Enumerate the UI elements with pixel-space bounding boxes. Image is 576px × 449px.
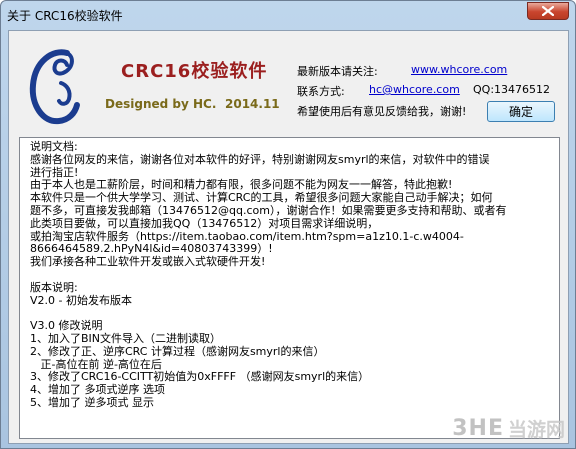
- notes-line: 5、增加了 逆多项式 显示: [30, 395, 154, 409]
- notes-textbox[interactable]: 说明文档: 感谢各位网友的来信，谢谢各位对本软件的好评，特别谢谢网友smyrl的…: [19, 137, 560, 439]
- close-icon: [542, 6, 554, 16]
- email-link[interactable]: hc@whcore.com: [369, 83, 460, 96]
- qq-number: QQ:13476512: [473, 83, 551, 96]
- notes-line: [30, 307, 549, 320]
- notes-line: 感谢各位网友的来信，谢谢各位对本软件的好评，特别谢谢网友smyrl的来信，对软件…: [30, 152, 490, 166]
- watermark-text: 当游网: [507, 419, 565, 441]
- close-button[interactable]: [527, 2, 569, 20]
- notes-line: 2、修改了正、逆序CRC 计算过程（感谢网友smyrl的来信）: [30, 344, 325, 358]
- feedback-text: 希望使用后有意见反馈给我，谢谢!: [297, 105, 467, 118]
- title-bar[interactable]: 关于 CRC16校验软件: [1, 1, 575, 29]
- about-dialog-window: 关于 CRC16校验软件 CRC16校验软件 Designed by HC. 2…: [0, 0, 576, 449]
- site-watermark: 3HE 当游网: [452, 415, 565, 442]
- website-link[interactable]: www.whcore.com: [411, 63, 507, 76]
- dialog-client-area: CRC16校验软件 Designed by HC. 2014.11 最新版本请关…: [8, 30, 569, 444]
- release-date: 2014.11: [225, 97, 280, 111]
- notes-line: V2.0 - 初始发布版本: [30, 293, 132, 307]
- ok-button[interactable]: 确定: [487, 101, 555, 122]
- notes-line: 题不多，可直接发我邮箱（13476512@qq.com），谢谢合作！如果需要更多…: [30, 203, 507, 217]
- watermark-logo: 3HE: [452, 416, 504, 441]
- window-title: 关于 CRC16校验软件: [7, 8, 123, 23]
- contact-label: 联系方式:: [297, 85, 345, 98]
- notes-line: 说明文档:: [30, 140, 78, 153]
- notes-line: 我们承接各种工业软件开发或嵌入式软硬件开发!: [30, 255, 266, 269]
- designed-by-text: Designed by HC.: [105, 97, 217, 111]
- latest-version-label: 最新版本请关注:: [297, 65, 378, 78]
- app-title: CRC16校验软件: [121, 61, 268, 82]
- notes-line: 1、加入了BIN文件导入（二进制读取）: [30, 331, 222, 345]
- notes-line: 版本说明:: [30, 280, 78, 294]
- app-logo-icon: [29, 49, 80, 125]
- notes-line: 此类项目要做，可以直接加我QQ（13476512）对项目需求详细说明，: [30, 216, 379, 230]
- notes-line: [30, 269, 549, 282]
